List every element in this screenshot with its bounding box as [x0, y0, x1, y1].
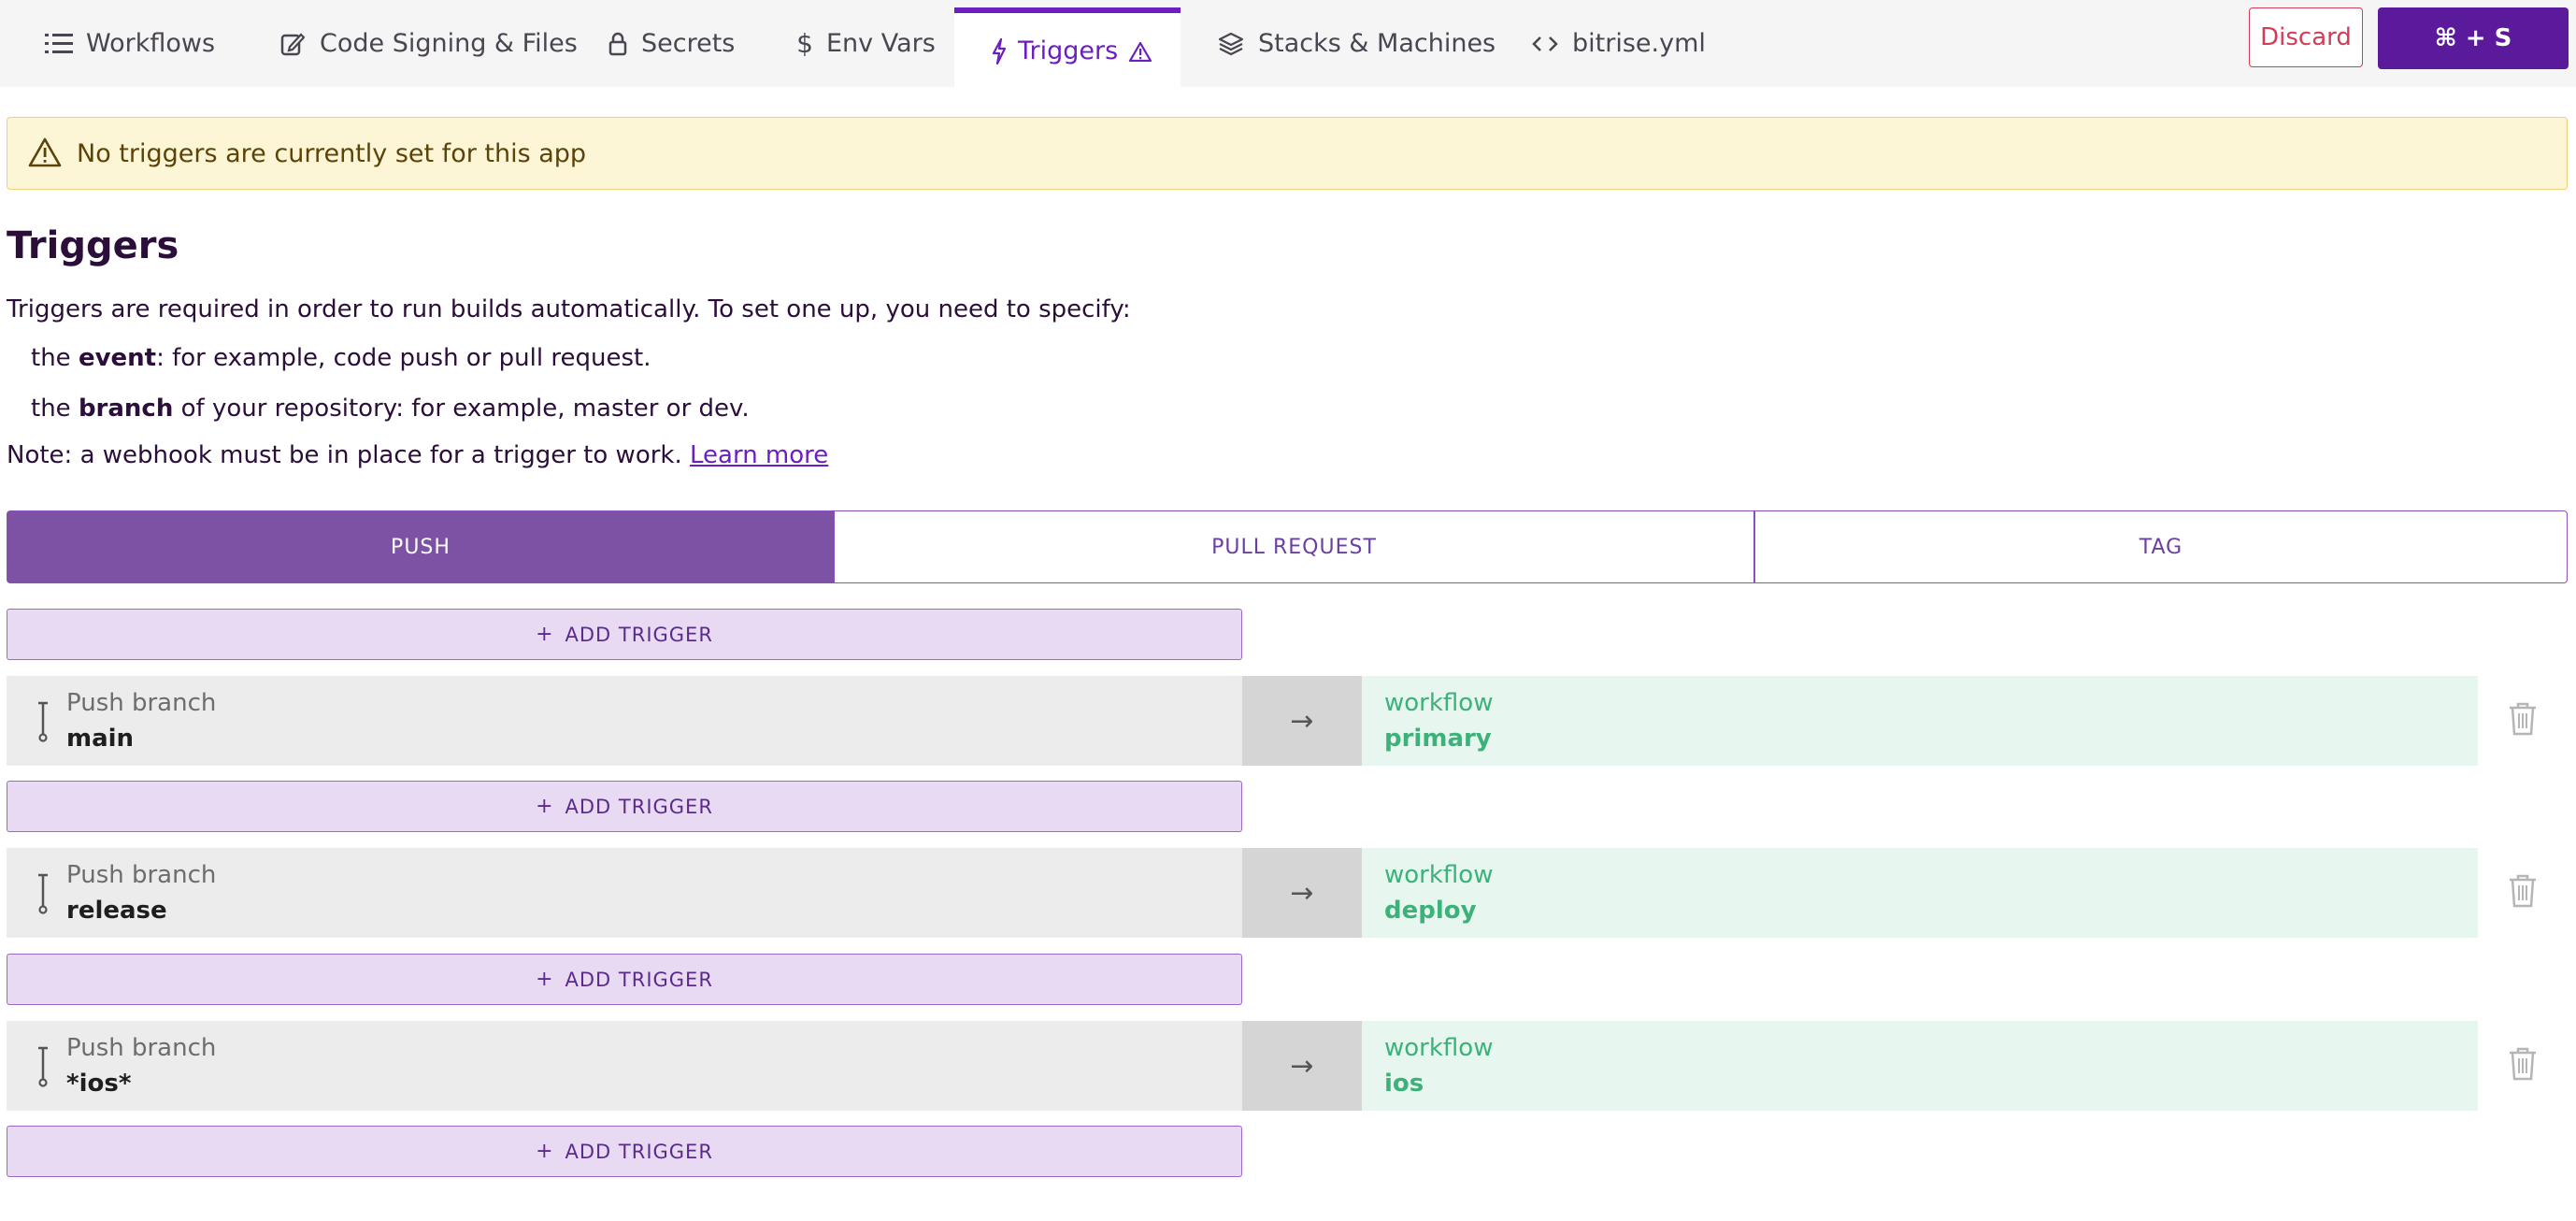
plus-icon: + [536, 1140, 554, 1163]
save-button[interactable]: ⌘ + S [2378, 7, 2569, 69]
segment-pull-request[interactable]: PULL REQUEST [835, 510, 1754, 583]
workflow-name: ios [1384, 1070, 1424, 1098]
add-trigger-label: ADD TRIGGER [565, 623, 713, 646]
layers-icon [1215, 28, 1247, 60]
tab-stacks-machines[interactable]: Stacks & Machines [1215, 0, 1496, 87]
trigger-workflow: workflow ios [1362, 1021, 2478, 1111]
add-trigger-button[interactable]: + ADD TRIGGER [7, 609, 1242, 660]
tab-label: Workflows [86, 29, 216, 58]
trigger-branch: *ios* [66, 1070, 132, 1098]
tab-label: Triggers [1018, 36, 1119, 65]
tab-label: Secrets [641, 29, 736, 58]
plus-icon: + [536, 623, 554, 646]
add-trigger-button[interactable]: + ADD TRIGGER [7, 781, 1242, 832]
trigger-type-selector: PUSH PULL REQUEST TAG [7, 510, 2568, 583]
tab-code-signing[interactable]: Code Signing & Files [277, 0, 578, 87]
trigger-workflow: workflow deploy [1362, 848, 2478, 938]
trigger-condition: Push branch main [7, 676, 1242, 766]
trash-icon[interactable] [2507, 1046, 2539, 1082]
requirement-branch: the branch of your repository: for examp… [31, 395, 750, 423]
discard-button[interactable]: Discard [2249, 7, 2363, 67]
lightning-icon [992, 36, 1007, 67]
add-trigger-label: ADD TRIGGER [565, 968, 713, 991]
tab-workflows[interactable]: Workflows [43, 0, 215, 87]
page-title: Triggers [7, 224, 179, 267]
arrow-right-icon: → [1242, 676, 1362, 766]
webhook-note: Note: a webhook must be in place for a t… [7, 441, 828, 469]
trigger-branch: main [66, 725, 135, 753]
trigger-condition: Push branch release [7, 848, 1242, 938]
requirement-rest: of your repository: for example, master … [173, 395, 750, 423]
alert-text: No triggers are currently set for this a… [77, 138, 587, 168]
tab-label: bitrise.yml [1572, 29, 1706, 58]
code-icon [1529, 28, 1561, 60]
trigger-condition: Push branch *ios* [7, 1021, 1242, 1111]
requirement-prefix: the [31, 344, 71, 372]
requirement-rest: : for example, code push or pull request… [156, 344, 651, 372]
tab-label: Code Signing & Files [320, 29, 578, 58]
workflow-name: primary [1384, 725, 1492, 753]
segment-tag[interactable]: TAG [1754, 510, 2568, 583]
tab-bitrise-yml[interactable]: bitrise.yml [1529, 0, 1706, 87]
drag-handle-icon[interactable] [29, 872, 57, 915]
trigger-type-label: Push branch [66, 861, 217, 889]
plus-icon: + [536, 968, 554, 991]
dollar-icon: $ [796, 28, 813, 59]
trigger-row: Push branch main → workflow primary [7, 676, 2478, 766]
tab-label: Stacks & Machines [1258, 29, 1496, 58]
arrow-right-icon: → [1242, 1021, 1362, 1111]
trigger-row: Push branch *ios* → workflow ios [7, 1021, 2478, 1111]
trigger-row: Push branch release → workflow deploy [7, 848, 2478, 938]
learn-more-link[interactable]: Learn more [690, 441, 828, 469]
warning-icon [28, 136, 62, 170]
tab-triggers[interactable]: Triggers [954, 7, 1181, 89]
trash-icon[interactable] [2507, 873, 2539, 909]
requirement-prefix: the [31, 395, 71, 423]
workflow-label: workflow [1384, 1034, 1494, 1062]
warning-icon [1129, 36, 1152, 67]
lock-icon [606, 28, 630, 60]
requirement-keyword: branch [78, 395, 174, 423]
drag-handle-icon[interactable] [29, 1045, 57, 1088]
trigger-type-label: Push branch [66, 1034, 217, 1062]
workflow-label: workflow [1384, 689, 1494, 717]
intro-text: Triggers are required in order to run bu… [7, 295, 1131, 323]
segment-push[interactable]: PUSH [7, 510, 835, 583]
trash-icon[interactable] [2507, 701, 2539, 737]
top-navigation: Workflows Code Signing & Files Secrets $… [0, 0, 2576, 89]
trigger-type-label: Push branch [66, 689, 217, 717]
trigger-workflow: workflow primary [1362, 676, 2478, 766]
add-trigger-button[interactable]: + ADD TRIGGER [7, 1126, 1242, 1177]
drag-handle-icon[interactable] [29, 700, 57, 743]
arrow-right-icon: → [1242, 848, 1362, 938]
add-trigger-label: ADD TRIGGER [565, 1140, 713, 1163]
tab-label: Env Vars [826, 29, 936, 58]
requirement-keyword: event [78, 344, 157, 372]
note-text: Note: a webhook must be in place for a t… [7, 441, 682, 469]
app-root: Workflows Code Signing & Files Secrets $… [0, 0, 2576, 1221]
add-trigger-button[interactable]: + ADD TRIGGER [7, 954, 1242, 1005]
tab-env-vars[interactable]: $ Env Vars [794, 0, 936, 87]
edit-file-icon [277, 28, 308, 60]
workflow-label: workflow [1384, 861, 1494, 889]
workflow-name: deploy [1384, 897, 1477, 925]
no-triggers-alert: No triggers are currently set for this a… [7, 117, 2568, 190]
list-icon [43, 28, 75, 60]
add-trigger-label: ADD TRIGGER [565, 795, 713, 818]
requirement-event: the event: for example, code push or pul… [31, 344, 651, 372]
trigger-branch: release [66, 897, 167, 925]
tab-secrets[interactable]: Secrets [606, 0, 735, 87]
plus-icon: + [536, 795, 554, 818]
